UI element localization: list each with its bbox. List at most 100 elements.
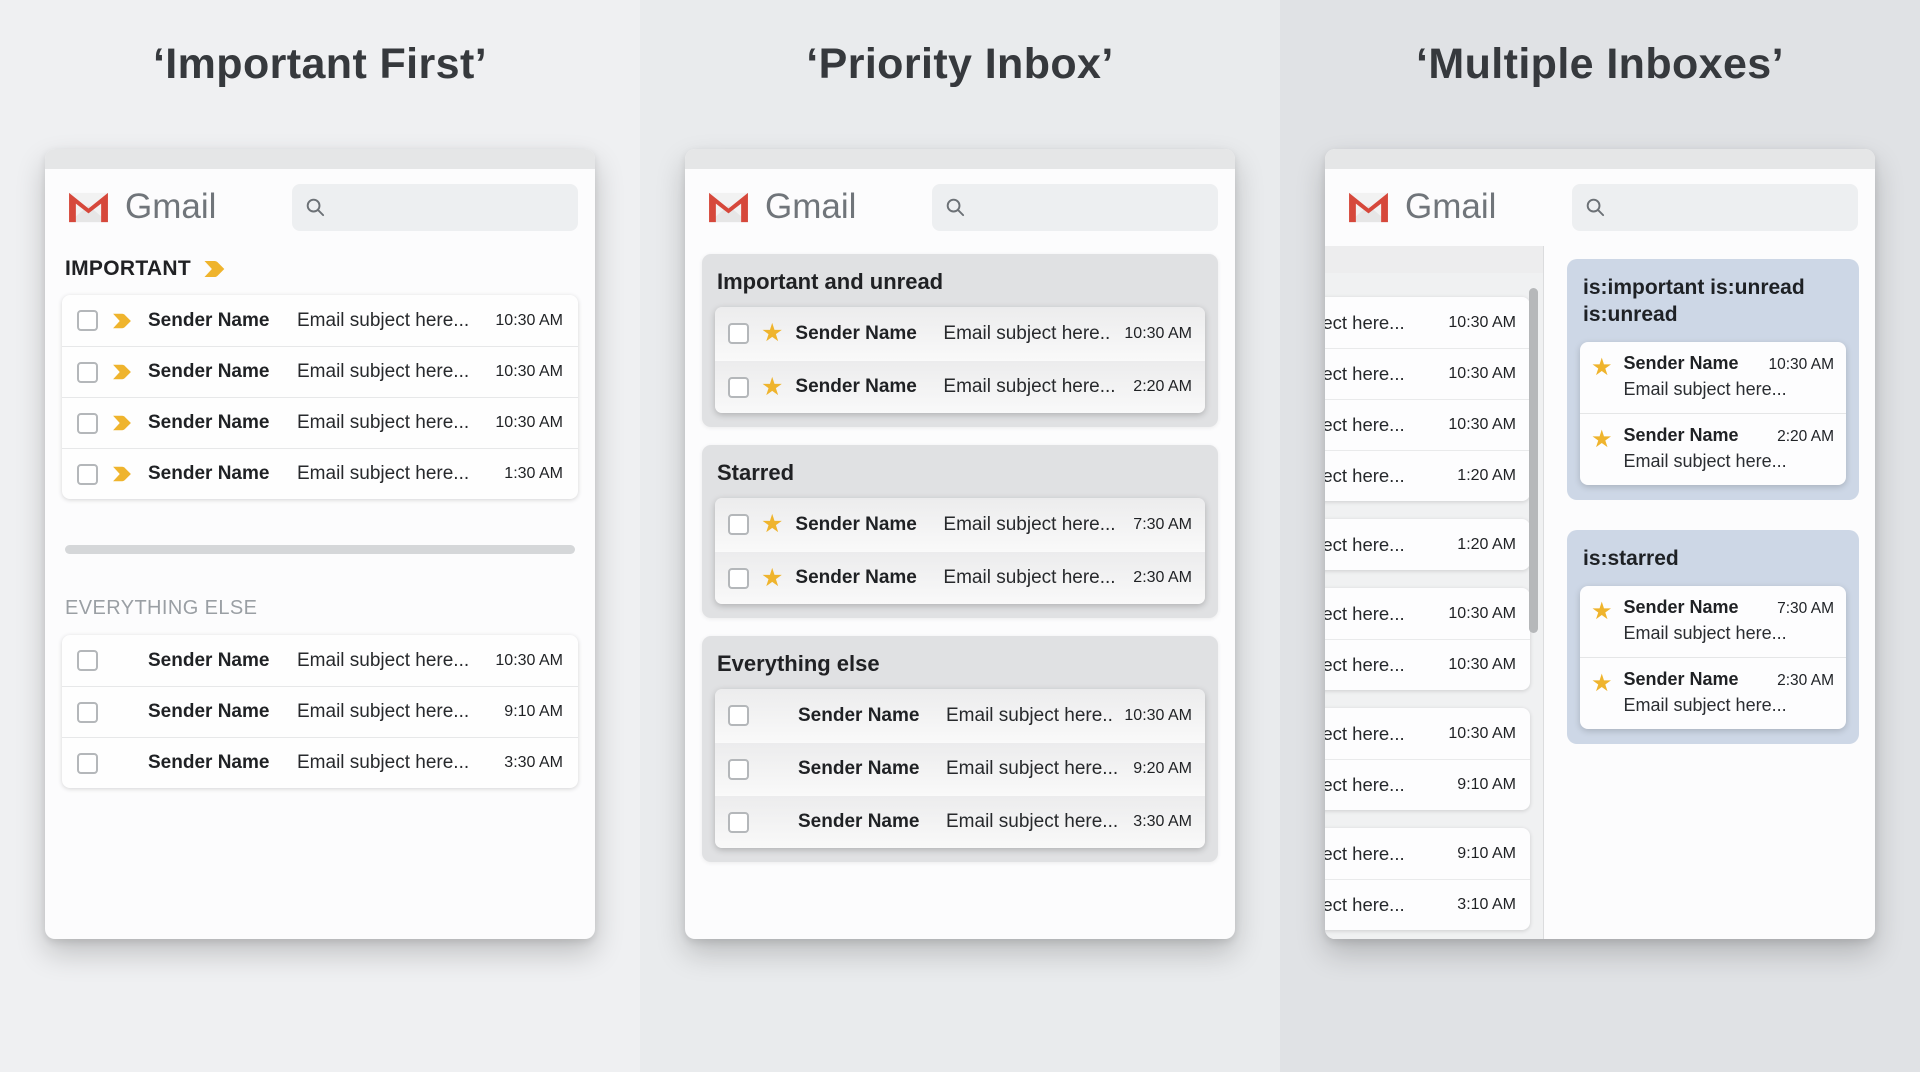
checkbox[interactable]	[77, 464, 98, 485]
star-icon[interactable]: ★	[1591, 672, 1613, 716]
star-icon[interactable]: ★	[1591, 356, 1613, 400]
star-icon[interactable]: ★	[761, 566, 783, 591]
email-group: Email subject here... 9:10 AM Email subj…	[1325, 828, 1530, 930]
inbox-content: IMPORTANT Sender Name Email subject here…	[45, 257, 595, 788]
email-card[interactable]: ★ Sender Name 10:30 AM Email subject her…	[1580, 342, 1846, 413]
email-subject: Email subject here...	[1624, 451, 1834, 472]
email-time: 1:30 AM	[504, 465, 563, 483]
email-subject: Email subject here...	[297, 752, 491, 774]
checkbox[interactable]	[728, 568, 749, 589]
checkbox[interactable]	[77, 702, 98, 723]
email-time: 10:30 AM	[1448, 416, 1516, 434]
email-row[interactable]: Email subject here... 10:30 AM	[1325, 588, 1530, 639]
importance-marker-icon[interactable]	[111, 312, 135, 330]
checkbox[interactable]	[77, 362, 98, 383]
multi-inbox-panes: is:important is:unread is:unread ★ Sende…	[1556, 246, 1875, 939]
email-row[interactable]: Email subject here... 10:30 AM	[1325, 708, 1530, 759]
email-row[interactable]: Sender Name Email subject here... 10:30 …	[62, 346, 578, 397]
email-card[interactable]: ★ Sender Name 2:30 AM Email subject here…	[1580, 657, 1846, 729]
search-bar[interactable]	[1572, 184, 1858, 231]
important-label: IMPORTANT	[65, 257, 191, 281]
panel-important-first: ‘Important First’ Gmail IMPORTANT	[0, 0, 640, 1072]
panel-title: ‘Priority Inbox’	[640, 40, 1280, 89]
email-row[interactable]: ★ Sender Name Email subject here... 10:3…	[715, 307, 1205, 360]
star-icon[interactable]: ★	[761, 375, 783, 400]
checkbox[interactable]	[728, 323, 749, 344]
email-row[interactable]: Email subject here... 10:30 AM	[1325, 297, 1530, 348]
gmail-m-icon	[65, 190, 112, 225]
email-subject: Email subject here...	[1325, 723, 1405, 745]
star-icon[interactable]: ★	[761, 512, 783, 537]
email-row[interactable]: Sender Name Email subject here... 1:30 A…	[62, 448, 578, 499]
email-group: Email subject here... 10:30 AM Email sub…	[1325, 708, 1530, 810]
email-row[interactable]: Sender Name Email subject here... 10:30 …	[62, 397, 578, 448]
checkbox[interactable]	[77, 413, 98, 434]
email-row[interactable]: Email subject here... 10:30 AM	[1325, 399, 1530, 450]
email-time: 9:10 AM	[1457, 776, 1516, 794]
gmail-logo: Gmail	[65, 187, 216, 227]
email-card-body: Sender Name 2:20 AM Email subject here..…	[1624, 425, 1834, 472]
email-row[interactable]: Email subject here... 10:30 AM	[1325, 348, 1530, 399]
email-group: Email subject here... 10:30 AM Email sub…	[1325, 588, 1530, 690]
checkbox[interactable]	[77, 310, 98, 331]
checkbox[interactable]	[77, 650, 98, 671]
importance-marker-icon	[202, 259, 229, 279]
email-row[interactable]: Email subject here... 1:20 AM	[1325, 519, 1530, 570]
email-subject: Email subject here...	[1325, 603, 1405, 625]
email-time: 10:30 AM	[1448, 365, 1516, 383]
email-row[interactable]: Sender Name Email subject here... 3:30 A…	[715, 795, 1205, 848]
email-row[interactable]: Email subject here... 9:10 AM	[1325, 828, 1530, 879]
section-title: Everything else	[717, 651, 1203, 677]
email-card[interactable]: ★ Sender Name 7:30 AM Email subject here…	[1580, 586, 1846, 657]
email-row[interactable]: Email subject here... 10:30 AM	[1325, 639, 1530, 690]
everything-else-email-list: Sender Name Email subject here... 10:30 …	[62, 635, 578, 788]
email-subject: Email subject here...	[1624, 695, 1834, 716]
email-row[interactable]: Sender Name Email subject here... 9:20 A…	[715, 742, 1205, 795]
star-icon[interactable]: ★	[1591, 428, 1613, 472]
email-row[interactable]: Email subject here... 9:10 AM	[1325, 759, 1530, 810]
email-row[interactable]: Sender Name Email subject here... 10:30 …	[62, 635, 578, 686]
email-row[interactable]: ★ Sender Name Email subject here... 2:30…	[715, 551, 1205, 604]
email-row[interactable]: ★ Sender Name Email subject here... 7:30…	[715, 498, 1205, 551]
email-time: 2:30 AM	[1777, 672, 1834, 690]
checkbox[interactable]	[77, 753, 98, 774]
checkbox[interactable]	[728, 759, 749, 780]
scrollbar-thumb[interactable]	[1529, 288, 1538, 633]
email-row[interactable]: Sender Name Email subject here... 9:10 A…	[62, 686, 578, 737]
email-subject: Email subject here...	[1325, 534, 1405, 556]
importance-marker-icon[interactable]	[111, 414, 135, 432]
email-row[interactable]: Sender Name Email subject here... 10:30 …	[62, 295, 578, 346]
email-subject: Email subject here...	[1325, 465, 1405, 487]
list-header-stub	[1325, 246, 1543, 273]
checkbox[interactable]	[728, 812, 749, 833]
important-email-list: Sender Name Email subject here... 10:30 …	[62, 295, 578, 499]
sender-name: Sender Name	[795, 323, 917, 345]
email-card[interactable]: ★ Sender Name 2:20 AM Email subject here…	[1580, 413, 1846, 485]
checkbox[interactable]	[728, 377, 749, 398]
search-bar[interactable]	[292, 184, 578, 231]
search-input[interactable]	[1614, 196, 1845, 218]
search-icon	[1585, 197, 1606, 218]
email-list: ★ Sender Name 7:30 AM Email subject here…	[1580, 586, 1846, 729]
importance-marker-icon[interactable]	[111, 465, 135, 483]
checkbox[interactable]	[728, 705, 749, 726]
search-input[interactable]	[334, 196, 565, 218]
search-bar[interactable]	[932, 184, 1218, 231]
star-icon[interactable]: ★	[1591, 600, 1613, 644]
email-row[interactable]: ★ Sender Name Email subject here... 2:20…	[715, 360, 1205, 413]
email-subject: Email subject here...	[946, 705, 1112, 727]
email-row[interactable]: Email subject here... 3:10 AM	[1325, 879, 1530, 930]
email-time: 10:30 AM	[1124, 325, 1192, 343]
email-row[interactable]: Sender Name Email subject here... 10:30 …	[715, 689, 1205, 742]
sender-name: Sender Name	[148, 650, 270, 672]
sender-name: Sender Name	[795, 567, 917, 589]
gmail-wordmark: Gmail	[125, 187, 216, 227]
email-row[interactable]: Sender Name Email subject here... 3:30 A…	[62, 737, 578, 788]
email-subject: Email subject here...	[1325, 774, 1405, 796]
star-icon[interactable]: ★	[761, 321, 783, 346]
email-subject: Email subject here...	[1325, 843, 1405, 865]
search-input[interactable]	[974, 196, 1205, 218]
email-row[interactable]: Email subject here... 1:20 AM	[1325, 450, 1530, 501]
checkbox[interactable]	[728, 514, 749, 535]
importance-marker-icon[interactable]	[111, 363, 135, 381]
